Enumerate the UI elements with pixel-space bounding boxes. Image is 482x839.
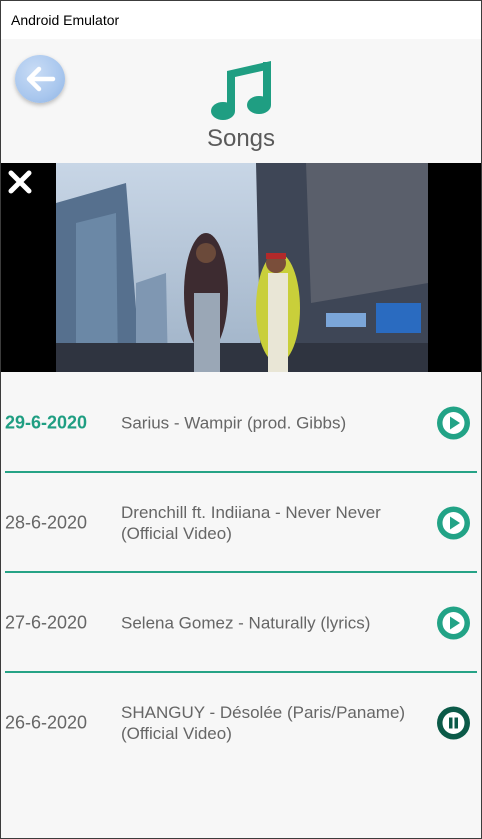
- back-button[interactable]: [15, 55, 65, 103]
- video-thumbnail: [56, 163, 428, 372]
- emulator-window: Android Emulator Songs 29-6-2020 Sarius …: [0, 0, 482, 839]
- app-header: Songs: [1, 39, 481, 161]
- list-item[interactable]: 29-6-2020 Sarius - Wampir (prod. Gibbs): [1, 373, 481, 473]
- list-item[interactable]: 27-6-2020 Selena Gomez - Naturally (lyri…: [1, 573, 481, 673]
- title-bar: Android Emulator: [1, 1, 481, 39]
- song-title: Sarius - Wampir (prod. Gibbs): [121, 413, 347, 433]
- video-player[interactable]: [1, 163, 481, 372]
- close-icon[interactable]: [7, 169, 33, 195]
- list-item[interactable]: 28-6-2020 Drenchill ft. Indiiana - Never…: [1, 473, 481, 573]
- song-date: 27-6-2020: [5, 612, 88, 633]
- play-button[interactable]: [437, 506, 470, 540]
- arrow-left-icon: [26, 66, 56, 92]
- window-title: Android Emulator: [11, 12, 120, 28]
- song-title: Drenchill ft. Indiiana - Never Never (Of…: [121, 503, 381, 543]
- pause-button[interactable]: [437, 706, 470, 740]
- pause-icon: [442, 712, 465, 734]
- song-title: SHANGUY - Désolée (Paris/Paname) (Offici…: [121, 703, 406, 743]
- page-title: Songs: [206, 125, 276, 152]
- play-icon: [442, 412, 465, 434]
- music-note-icon: [211, 61, 271, 120]
- song-date: 28-6-2020: [5, 512, 88, 533]
- list-item[interactable]: 26-6-2020 SHANGUY - Désolée (Paris/Panam…: [1, 673, 481, 773]
- play-button[interactable]: [437, 606, 470, 640]
- song-list: 29-6-2020 Sarius - Wampir (prod. Gibbs) …: [1, 373, 481, 773]
- video-frame: [56, 163, 428, 372]
- song-date: 26-6-2020: [5, 712, 88, 733]
- song-date: 29-6-2020: [5, 412, 88, 433]
- play-button[interactable]: [437, 406, 470, 440]
- song-title: Selena Gomez - Naturally (lyrics): [121, 613, 371, 633]
- play-icon: [442, 612, 465, 634]
- play-icon: [442, 512, 465, 534]
